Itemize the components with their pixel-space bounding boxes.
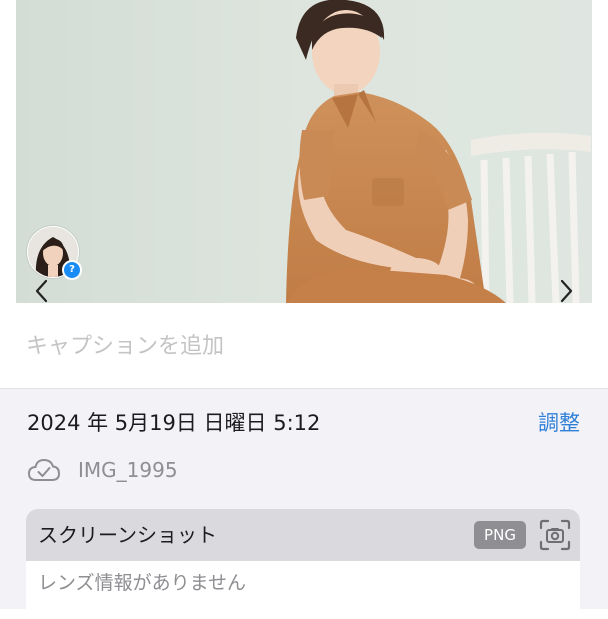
icloud-check-icon (27, 458, 61, 481)
next-photo-button[interactable] (556, 276, 578, 306)
card-header: スクリーンショット PNG (26, 509, 580, 561)
photo-image (16, 0, 592, 303)
date-time: 2024 年 5月19日 日曜日 5:12 (27, 411, 321, 435)
question-icon: ? (62, 260, 82, 280)
screenshot-camera-icon (539, 519, 571, 551)
file-name: IMG_1995 (78, 458, 178, 482)
lens-info: レンズ情報がありません (38, 572, 247, 594)
info-panel: 2024 年 5月19日 日曜日 5:12 調整 IMG_1995 スクリーンシ… (0, 388, 608, 619)
photo-viewer[interactable] (16, 0, 592, 303)
caption-input[interactable]: キャプションを追加 (26, 330, 224, 364)
adjust-button[interactable]: 調整 (538, 408, 580, 438)
format-badge: PNG (474, 521, 526, 549)
metadata-card: スクリーンショット PNG レンズ情報がありません (26, 509, 580, 619)
chevron-right-icon (560, 279, 573, 303)
card-title: スクリーンショット (38, 523, 217, 547)
chevron-left-icon (35, 279, 48, 303)
previous-photo-button[interactable] (30, 276, 52, 306)
identified-person-avatar[interactable]: ? (27, 226, 82, 280)
